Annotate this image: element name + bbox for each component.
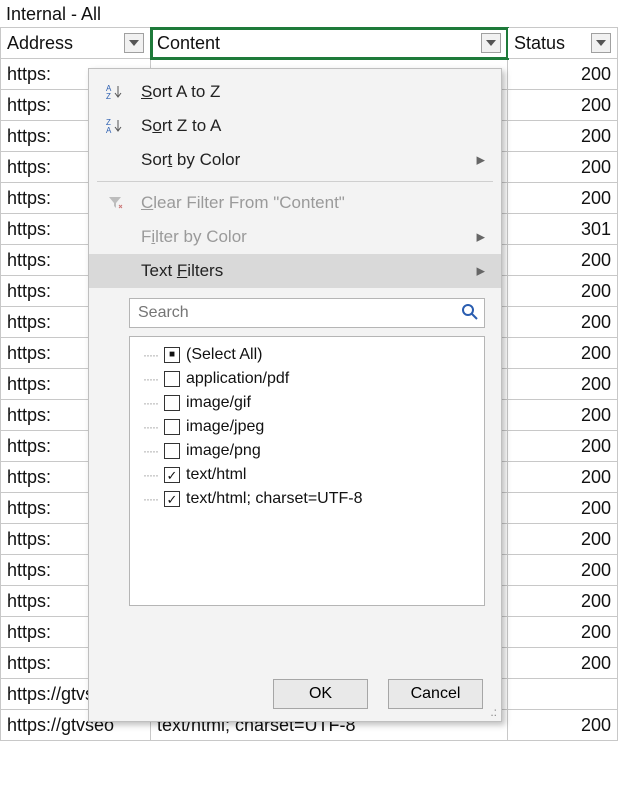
filter-values-tree[interactable]: ·····(Select All)·····application/pdf···… (129, 336, 485, 606)
cell-status[interactable]: 200 (508, 400, 618, 431)
menu-clear-filter: Clear Filter From "Content" (89, 186, 501, 220)
column-label: Content (157, 33, 220, 54)
cell-status[interactable]: 200 (508, 59, 618, 90)
column-header-status[interactable]: Status (508, 28, 618, 59)
checkbox[interactable] (164, 491, 180, 507)
filter-search-input[interactable] (129, 298, 485, 328)
svg-text:A: A (106, 126, 112, 135)
cell-status[interactable]: 200 (508, 648, 618, 679)
separator (97, 181, 493, 182)
chevron-right-icon: ▸ (476, 261, 485, 281)
ok-button[interactable]: OK (273, 679, 368, 709)
cell-status[interactable] (508, 679, 618, 710)
checkbox[interactable] (164, 467, 180, 483)
menu-label: Sort by Color (141, 150, 462, 170)
menu-label: Clear Filter From "Content" (141, 193, 485, 213)
filter-option[interactable]: ·····text/html; charset=UTF-8 (138, 487, 476, 511)
svg-text:Z: Z (106, 92, 111, 101)
cell-status[interactable]: 200 (508, 710, 618, 741)
cell-status[interactable]: 200 (508, 276, 618, 307)
resize-grip-icon[interactable]: .: (490, 705, 497, 719)
filter-option-label: image/gif (186, 394, 251, 412)
filter-option[interactable]: ·····text/html (138, 463, 476, 487)
cell-status[interactable]: 200 (508, 586, 618, 617)
column-header-content[interactable]: Content (151, 28, 508, 59)
filter-option-label: text/html; charset=UTF-8 (186, 490, 363, 508)
filter-dropdown-button[interactable] (591, 33, 611, 53)
sort-za-icon: ZA (103, 117, 127, 135)
cell-status[interactable]: 200 (508, 121, 618, 152)
checkbox[interactable] (164, 371, 180, 387)
cell-status[interactable]: 200 (508, 307, 618, 338)
menu-label: Sort A to Z (141, 82, 485, 102)
menu-label: Text Filters (141, 261, 462, 281)
column-header-address[interactable]: Address (1, 28, 151, 59)
checkbox[interactable] (164, 443, 180, 459)
menu-text-filters[interactable]: Text Filters ▸ (89, 254, 501, 288)
cell-status[interactable]: 200 (508, 338, 618, 369)
menu-sort-az[interactable]: AZ Sort A to Z (89, 75, 501, 109)
filter-dropdown-button[interactable] (124, 33, 144, 53)
cell-status[interactable]: 200 (508, 524, 618, 555)
filter-option-label: text/html (186, 466, 246, 484)
filter-option[interactable]: ·····(Select All) (138, 343, 476, 367)
cell-status[interactable]: 200 (508, 90, 618, 121)
filter-option[interactable]: ·····image/jpeg (138, 415, 476, 439)
cell-status[interactable]: 301 (508, 214, 618, 245)
cell-status[interactable]: 200 (508, 183, 618, 214)
cell-status[interactable]: 200 (508, 493, 618, 524)
search-icon[interactable] (461, 303, 479, 326)
chevron-right-icon: ▸ (476, 150, 485, 170)
chevron-right-icon: ▸ (476, 227, 485, 247)
cell-status[interactable]: 200 (508, 431, 618, 462)
cell-status[interactable]: 200 (508, 152, 618, 183)
autofilter-panel: AZ Sort A to Z ZA Sort Z to A Sort by Co… (88, 68, 502, 722)
menu-label: Filter by Color (141, 227, 462, 247)
menu-label: Sort Z to A (141, 116, 485, 136)
sheet-title: Internal - All (0, 0, 618, 27)
sort-az-icon: AZ (103, 83, 127, 101)
filter-option-label: application/pdf (186, 370, 289, 388)
cell-status[interactable]: 200 (508, 462, 618, 493)
cell-status[interactable]: 200 (508, 617, 618, 648)
cell-status[interactable]: 200 (508, 369, 618, 400)
filter-option-label: image/jpeg (186, 418, 264, 436)
filter-option[interactable]: ·····application/pdf (138, 367, 476, 391)
menu-filter-color: Filter by Color ▸ (89, 220, 501, 254)
checkbox[interactable] (164, 395, 180, 411)
menu-sort-za[interactable]: ZA Sort Z to A (89, 109, 501, 143)
cell-status[interactable]: 200 (508, 555, 618, 586)
cancel-button[interactable]: Cancel (388, 679, 483, 709)
filter-option-label: (Select All) (186, 346, 262, 364)
column-label: Address (7, 33, 73, 54)
funnel-clear-icon (103, 195, 127, 211)
checkbox[interactable] (164, 347, 180, 363)
column-label: Status (514, 33, 565, 54)
checkbox[interactable] (164, 419, 180, 435)
filter-option[interactable]: ·····image/gif (138, 391, 476, 415)
filter-option-label: image/png (186, 442, 261, 460)
cell-status[interactable]: 200 (508, 245, 618, 276)
menu-sort-color[interactable]: Sort by Color ▸ (89, 143, 501, 177)
filter-option[interactable]: ·····image/png (138, 439, 476, 463)
filter-dropdown-button[interactable] (481, 33, 501, 53)
